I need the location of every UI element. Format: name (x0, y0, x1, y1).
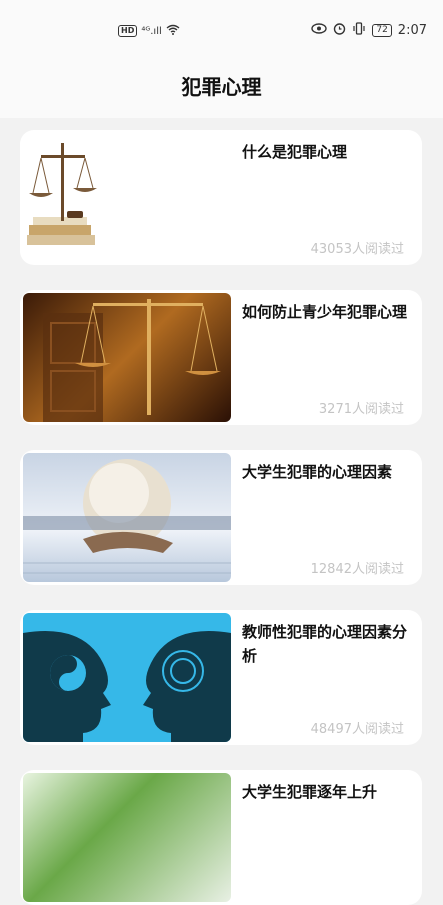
article-title: 大学生犯罪逐年上升 (242, 783, 378, 801)
article-thumbnail (23, 453, 231, 582)
vibrate-icon (352, 22, 366, 39)
article-thumbnail (23, 773, 231, 902)
status-right: 72 2:07 (311, 22, 427, 39)
read-count: 43053人阅读过 (310, 242, 404, 257)
article-thumbnail (23, 133, 231, 262)
read-count: 48497人阅读过 (310, 722, 404, 737)
article-title: 什么是犯罪心理 (242, 143, 348, 161)
read-count: 12842人阅读过 (310, 562, 404, 577)
article-thumbnail (23, 613, 231, 742)
status-bar: HD ⁴ᴳ.ıll 72 2:07 (0, 0, 443, 62)
article-card[interactable]: 大学生犯罪逐年上升 (20, 770, 422, 905)
article-card[interactable]: 什么是犯罪心理 43053人阅读过 (20, 130, 422, 265)
header: 犯罪心理 (0, 62, 443, 118)
page-title: 犯罪心理 (181, 75, 262, 99)
hd-icon: HD (118, 25, 138, 37)
article-title: 如何防止青少年犯罪心理 (242, 303, 408, 321)
article-card[interactable]: 大学生犯罪的心理因素 12842人阅读过 (20, 450, 422, 585)
article-card[interactable]: 教师性犯罪的心理因素分析 48497人阅读过 (20, 610, 422, 745)
read-count: 3271人阅读过 (318, 402, 404, 417)
status-left: HD ⁴ᴳ.ıll (118, 24, 180, 38)
article-card[interactable]: 如何防止青少年犯罪心理 3271人阅读过 (20, 290, 422, 425)
clock-time: 2:07 (397, 23, 427, 38)
eye-icon (311, 23, 328, 38)
battery-icon: 72 (372, 24, 392, 37)
article-title: 教师性犯罪的心理因素分析 (242, 623, 408, 665)
article-title: 大学生犯罪的心理因素 (242, 463, 393, 481)
wifi-icon (166, 24, 180, 38)
alarm-icon (333, 22, 346, 39)
signal-icon: ⁴ᴳ.ıll (141, 25, 162, 37)
article-thumbnail (23, 293, 231, 422)
